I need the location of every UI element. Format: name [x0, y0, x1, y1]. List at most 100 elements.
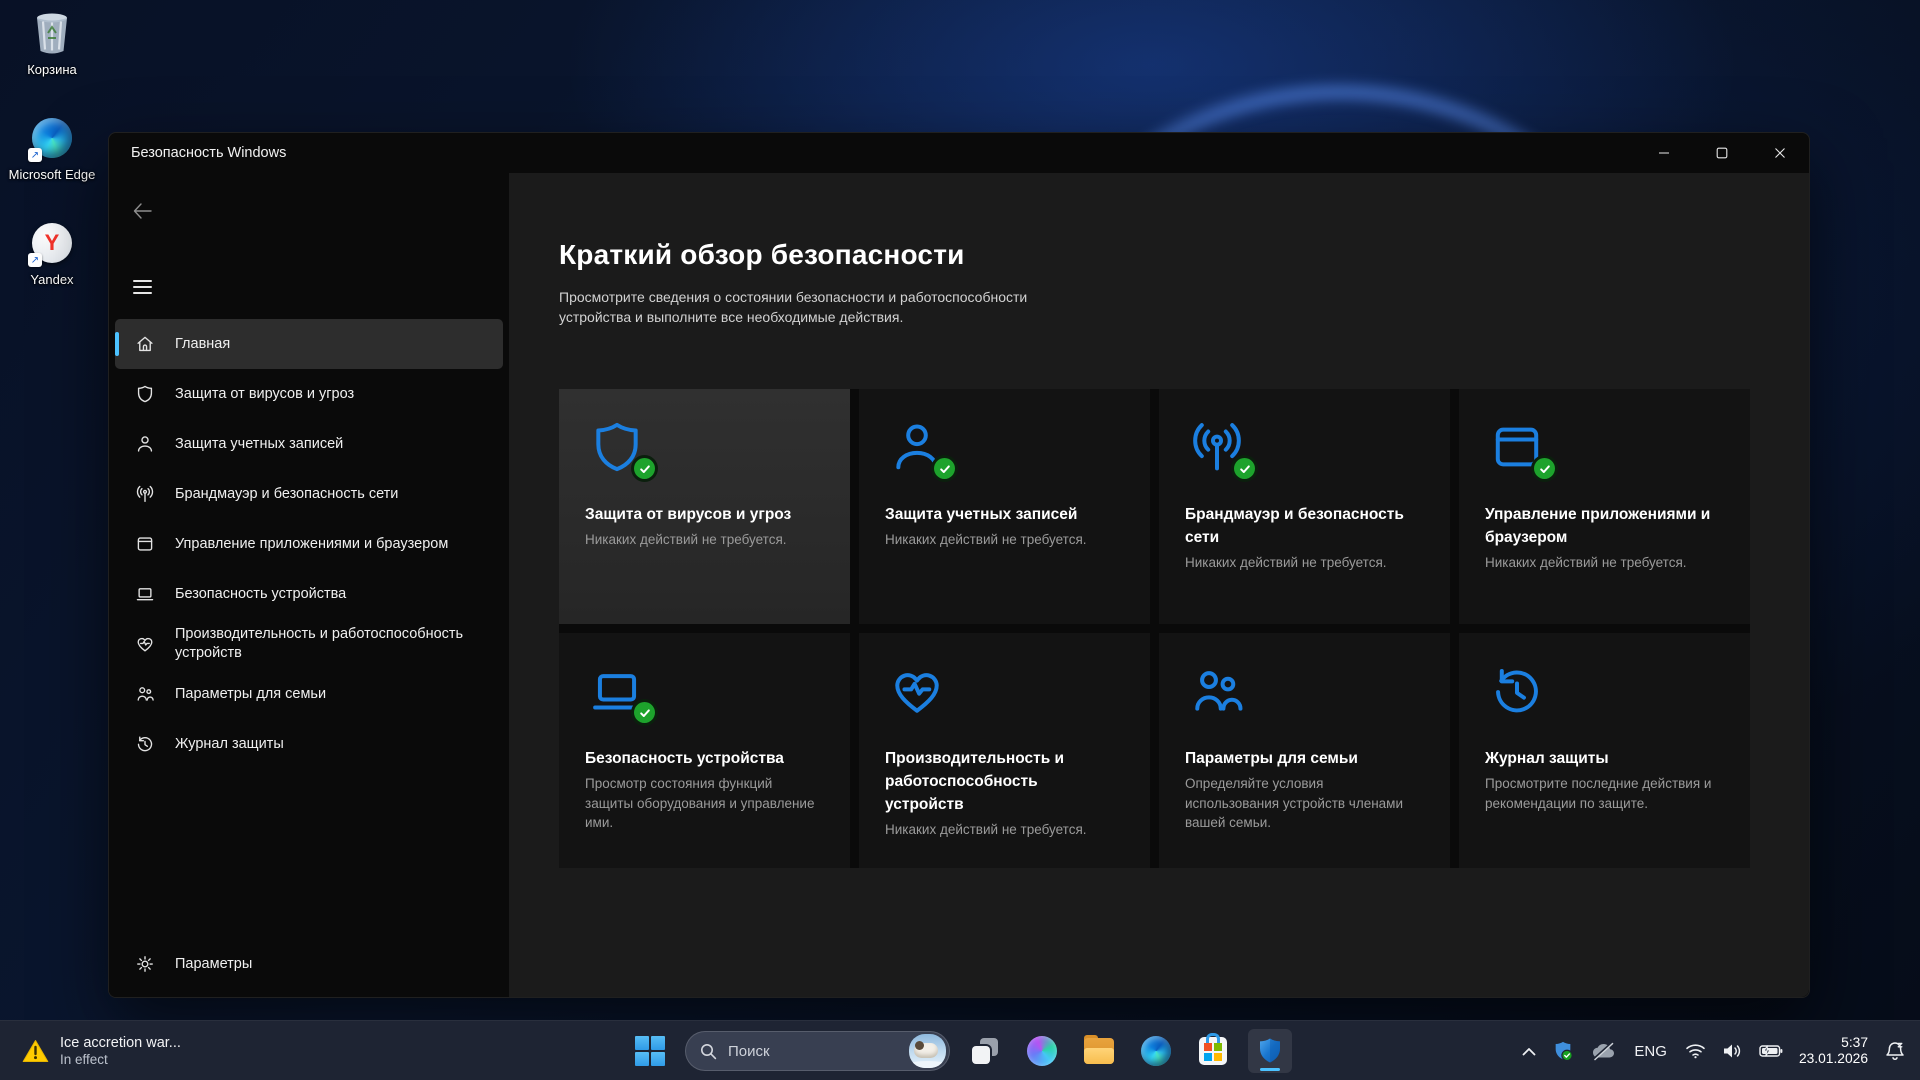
laptop-icon — [585, 659, 651, 725]
card-subtitle: Просмотр состояния функций защиты оборуд… — [585, 774, 815, 833]
desktop-icon-recycle-bin[interactable]: Корзина — [6, 10, 98, 77]
security-card-history[interactable]: Журнал защиты Просмотрите последние дейст… — [1459, 633, 1750, 868]
sidebar-item-settings[interactable]: Параметры — [115, 941, 503, 987]
menu-toggle-button[interactable] — [133, 275, 161, 299]
desktop-icon-label: Yandex — [30, 272, 73, 287]
security-card-person[interactable]: Защита учетных записейНикаких действий н… — [859, 389, 1150, 624]
status-ok-badge — [631, 699, 658, 726]
desktop-icon-label: Microsoft Edge — [9, 167, 96, 182]
window-controls — [1635, 133, 1809, 173]
sidebar-item-label: Главная — [175, 335, 230, 354]
notifications-bell-icon[interactable] — [1880, 1031, 1910, 1071]
windows-security-window: Безопасность Windows Главная Защита от ви… — [108, 132, 1810, 998]
microsoft-store-button[interactable] — [1191, 1029, 1235, 1073]
security-card-heart[interactable]: Производительность и работоспособность у… — [859, 633, 1150, 868]
search-highlight-image[interactable] — [909, 1034, 946, 1068]
widget-headline: Ice accretion war... — [60, 1035, 181, 1051]
edge-button[interactable] — [1134, 1029, 1178, 1073]
back-button[interactable] — [133, 199, 161, 223]
wifi-icon[interactable] — [1681, 1031, 1710, 1071]
person-icon — [134, 433, 156, 455]
sidebar-item-history[interactable]: Журнал защиты — [115, 719, 503, 769]
sidebar-item-family[interactable]: Параметры для семьи — [115, 669, 503, 719]
recycle-bin-icon — [29, 10, 75, 56]
security-card-antenna[interactable]: Брандмауэр и безопасность сетиНикаких де… — [1159, 389, 1450, 624]
minimize-button[interactable] — [1635, 133, 1693, 173]
sidebar-item-home[interactable]: Главная — [115, 319, 503, 369]
desktop-icon-label: Корзина — [27, 62, 77, 77]
edge-icon: ↗ — [29, 115, 75, 161]
clock[interactable]: 5:37 23.01.2026 — [1795, 1035, 1872, 1068]
search-icon — [700, 1043, 717, 1060]
sidebar-item-apps[interactable]: Управление приложениями и браузером — [115, 519, 503, 569]
search-placeholder: Поиск — [728, 1043, 909, 1060]
sidebar-item-label: Производительность и работоспособность у… — [175, 625, 475, 663]
card-subtitle: Никаких действий не требуется. — [585, 530, 815, 550]
security-card-laptop[interactable]: Безопасность устройства Просмотр состояни… — [559, 633, 850, 868]
weather-widget[interactable]: Ice accretion war... In effect — [14, 1021, 189, 1080]
heart-icon — [134, 633, 156, 655]
person-icon — [885, 415, 951, 481]
widget-status: In effect — [60, 1052, 181, 1067]
family-icon — [1185, 659, 1251, 725]
security-card-grid: Защита от вирусов и угрозНикаких действи… — [559, 389, 1750, 868]
sidebar-item-laptop[interactable]: Безопасность устройства — [115, 569, 503, 619]
tray-date: 23.01.2026 — [1799, 1051, 1868, 1068]
tray-overflow-chevron[interactable] — [1518, 1031, 1540, 1071]
status-ok-badge — [1531, 455, 1558, 482]
sidebar-item-label: Параметры — [175, 955, 252, 974]
security-tray-icon[interactable] — [1548, 1031, 1578, 1071]
heart-icon — [885, 659, 951, 725]
status-ok-badge — [1231, 455, 1258, 482]
close-button[interactable] — [1751, 133, 1809, 173]
card-title: Безопасность устройства — [585, 747, 813, 770]
card-subtitle: Просмотрите последние действия и рекомен… — [1485, 774, 1715, 813]
sidebar-nav: Главная Защита от вирусов и угрозЗащита у… — [109, 319, 509, 769]
window-titlebar[interactable]: Безопасность Windows — [109, 133, 1809, 173]
copilot-button[interactable] — [1020, 1029, 1064, 1073]
task-view-button[interactable] — [963, 1029, 1007, 1073]
sidebar-item-person[interactable]: Защита учетных записей — [115, 419, 503, 469]
onedrive-paused-icon[interactable] — [1586, 1031, 1620, 1071]
windows-security-button[interactable] — [1248, 1029, 1292, 1073]
card-title: Журнал защиты — [1485, 747, 1713, 770]
card-title: Управление приложениями и браузером — [1485, 503, 1713, 549]
window-title: Безопасность Windows — [131, 145, 286, 161]
warning-icon — [22, 1039, 49, 1063]
laptop-icon — [134, 583, 156, 605]
security-card-shield[interactable]: Защита от вирусов и угрозНикаких действи… — [559, 389, 850, 624]
gear-icon — [134, 953, 156, 975]
taskbar: Ice accretion war... In effect Поиск — [0, 1020, 1920, 1080]
volume-icon[interactable] — [1718, 1031, 1747, 1071]
copilot-icon — [1027, 1036, 1057, 1066]
card-subtitle: Никаких действий не требуется. — [885, 820, 1115, 840]
sidebar-item-antenna[interactable]: Брандмауэр и безопасность сети — [115, 469, 503, 519]
shield-icon — [134, 383, 156, 405]
security-card-family[interactable]: Параметры для семьиОпределяйте условия и… — [1159, 633, 1450, 868]
tray-time: 5:37 — [1799, 1035, 1868, 1052]
security-card-apps[interactable]: Управление приложениями и браузером Никак… — [1459, 389, 1750, 624]
desktop-icon-microsoft-edge[interactable]: ↗ Microsoft Edge — [6, 115, 98, 182]
sidebar-item-label: Параметры для семьи — [175, 685, 326, 704]
search-input[interactable]: Поиск — [685, 1031, 950, 1071]
start-button[interactable] — [628, 1029, 672, 1073]
sidebar-item-heart[interactable]: Производительность и работоспособность у… — [115, 619, 503, 669]
file-explorer-button[interactable] — [1077, 1029, 1121, 1073]
taskbar-center: Поиск — [628, 1021, 1292, 1080]
maximize-button[interactable] — [1693, 133, 1751, 173]
selected-accent-bar — [115, 332, 119, 356]
desktop-icon-yandex[interactable]: Y ↗ Yandex — [6, 220, 98, 287]
apps-icon — [134, 533, 156, 555]
card-subtitle: Никаких действий не требуется. — [1185, 553, 1415, 573]
shortcut-arrow-icon: ↗ — [28, 253, 42, 267]
sidebar: Главная Защита от вирусов и угрозЗащита у… — [109, 173, 509, 997]
antenna-icon — [1185, 415, 1251, 481]
battery-icon[interactable] — [1755, 1031, 1787, 1071]
card-subtitle: Никаких действий не требуется. — [1485, 553, 1715, 573]
card-title: Производительность и работоспособность у… — [885, 747, 1113, 816]
language-indicator[interactable]: ENG — [1628, 1043, 1673, 1060]
card-subtitle: Определяйте условия использования устрой… — [1185, 774, 1415, 833]
desktop-icon-column: Корзина ↗ Microsoft Edge Y ↗ Yandex — [6, 10, 98, 287]
home-icon — [134, 333, 156, 355]
sidebar-item-shield[interactable]: Защита от вирусов и угроз — [115, 369, 503, 419]
